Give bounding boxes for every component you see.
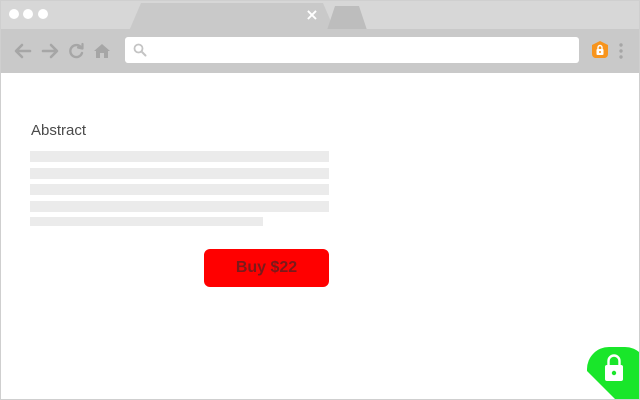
placeholder-text-line — [30, 151, 329, 162]
browser-window: × Abstract Buy $22 — [0, 0, 640, 400]
home-icon[interactable] — [92, 41, 112, 61]
tab-close-icon[interactable]: × — [304, 7, 320, 23]
address-bar[interactable] — [125, 37, 579, 65]
browser-toolbar — [1, 29, 639, 73]
back-arrow-icon[interactable] — [13, 41, 33, 61]
window-minimize-dot[interactable] — [23, 9, 33, 19]
placeholder-text-line — [30, 184, 329, 195]
inactive-tab[interactable] — [327, 6, 367, 30]
tab-strip: × — [1, 1, 639, 31]
address-input[interactable] — [151, 37, 575, 65]
search-icon — [133, 43, 147, 57]
forward-arrow-icon[interactable] — [40, 41, 60, 61]
lock-extension-icon[interactable] — [590, 40, 610, 60]
padlock-icon[interactable] — [587, 347, 640, 400]
buy-button[interactable]: Buy $22 — [204, 249, 329, 287]
placeholder-text-line — [30, 168, 329, 179]
abstract-heading: Abstract — [31, 122, 87, 139]
reload-icon[interactable] — [66, 41, 86, 61]
placeholder-text-line — [30, 217, 263, 226]
kebab-menu-icon[interactable] — [617, 41, 625, 61]
placeholder-text-line — [30, 201, 329, 212]
window-close-dot[interactable] — [9, 9, 19, 19]
window-maximize-dot[interactable] — [38, 9, 48, 19]
